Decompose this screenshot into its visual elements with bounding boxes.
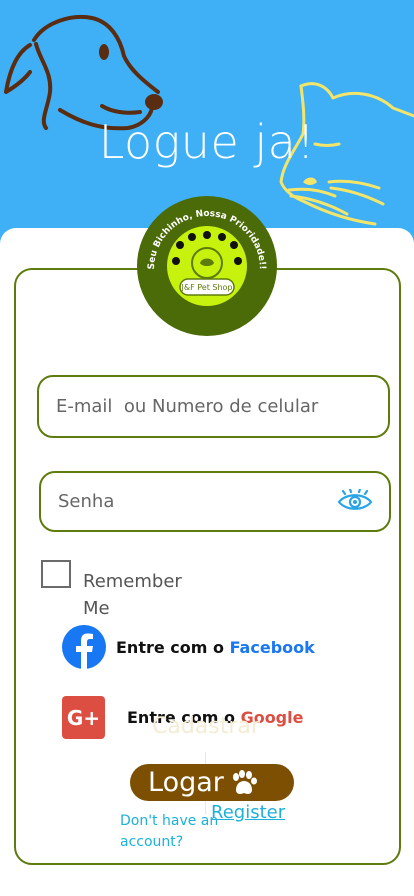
login-button-label: Logar <box>148 767 224 798</box>
logo-badge-text: J&F Pet Shop <box>180 283 232 292</box>
page-title: Logue ja! <box>98 115 316 169</box>
register-link[interactable]: Register <box>211 802 285 823</box>
google-login-button[interactable]: G+ Entre com o Google <box>62 696 303 739</box>
remember-checkbox[interactable] <box>41 560 71 588</box>
remember-label: Remember Me <box>83 571 182 619</box>
eye-icon[interactable] <box>337 489 373 515</box>
paw-icon <box>232 769 257 794</box>
pet-shop-logo: Seu Bichinho, Nossa Prioridade!! J&F Pet… <box>137 196 277 336</box>
facebook-icon <box>62 625 106 669</box>
google-login-label: Entre com o Google <box>127 708 304 727</box>
password-field[interactable] <box>39 471 391 532</box>
login-button[interactable]: Logar <box>130 764 294 801</box>
email-input[interactable] <box>39 396 388 417</box>
email-field[interactable] <box>37 375 390 438</box>
remember-me[interactable]: Remember Me <box>41 560 203 622</box>
facebook-login-button[interactable]: Entre com o Facebook <box>62 625 315 669</box>
facebook-login-label: Entre com o Facebook <box>116 637 315 657</box>
google-plus-icon: G+ <box>62 696 105 739</box>
